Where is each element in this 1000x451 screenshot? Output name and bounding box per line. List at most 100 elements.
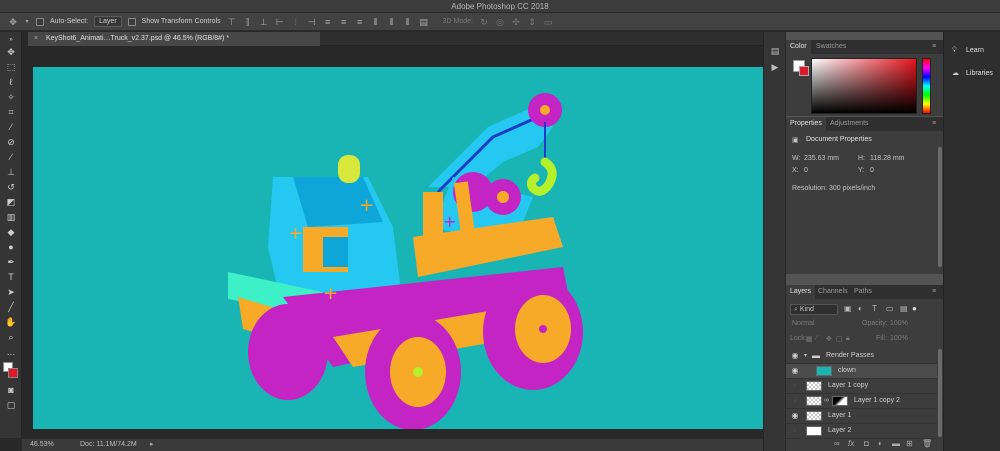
auto-select-dropdown[interactable]: Layer [94, 16, 122, 27]
gradient-tool-icon[interactable]: ▥ [3, 211, 19, 223]
healing-brush-tool-icon[interactable]: ⊘ [3, 136, 19, 148]
align-bottom-icon[interactable]: ⊥ [259, 17, 269, 27]
panel-menu-icon[interactable]: ≡ [932, 43, 940, 50]
lock-artboard-icon[interactable]: ▢ [836, 335, 843, 343]
move-tool-icon[interactable]: ✥ [8, 17, 18, 27]
brush-tool-icon[interactable]: ∕ [3, 151, 19, 163]
layer-row-render-passes[interactable]: ◉ ▾ ▬ Render Passes [786, 349, 937, 364]
fill-value[interactable]: 100% [890, 335, 908, 342]
hue-slider[interactable] [922, 58, 931, 114]
visibility-eye-icon[interactable]: ◉ [790, 409, 800, 423]
tab-channels[interactable]: Channels [814, 285, 852, 299]
align-middle-icon[interactable]: ⫿ [243, 17, 253, 27]
y-value[interactable]: 0 [870, 167, 874, 174]
distribute-left-icon[interactable]: ⦀ [371, 17, 381, 27]
visibility-eye-icon[interactable]: ◉ [790, 349, 800, 363]
opacity-value[interactable]: 100% [890, 320, 908, 327]
lock-pixels-icon[interactable]: ▦ [806, 335, 813, 343]
width-value[interactable]: 235.63 mm [804, 155, 839, 162]
eraser-tool-icon[interactable]: ◩ [3, 196, 19, 208]
pen-tool-icon[interactable]: ✒ [3, 256, 19, 268]
more-tools-icon[interactable]: … [3, 346, 19, 358]
marquee-tool-icon[interactable]: ⬚ [3, 61, 19, 73]
blur-tool-icon[interactable]: ◆ [3, 226, 19, 238]
height-value[interactable]: 118.28 mm [870, 155, 905, 162]
clone-stamp-tool-icon[interactable]: ⊥ [3, 166, 19, 178]
add-mask-icon[interactable]: ◘ [864, 439, 869, 448]
align-center-icon[interactable]: ⫶ [291, 17, 301, 27]
distribute-right-icon[interactable]: ⦀ [403, 17, 413, 27]
visibility-empty-box[interactable]: ▫ [790, 424, 800, 438]
zoom-tool-icon[interactable]: ⌕ [3, 331, 19, 343]
layer-style-icon[interactable]: fx [848, 439, 854, 448]
align-right-icon[interactable]: ⊣ [307, 17, 317, 27]
tab-layers[interactable]: Layers [786, 285, 816, 299]
document-tab[interactable]: × KeyShot6_Animati…Truck_v2.37.psd @ 46.… [28, 32, 320, 46]
type-tool-icon[interactable]: T [3, 271, 19, 283]
layer-row-clown[interactable]: ◉ clown [786, 364, 937, 379]
tab-properties[interactable]: Properties [786, 117, 826, 131]
3d-slide-icon[interactable]: ⇕ [527, 17, 537, 27]
filter-shape-icon[interactable]: ▭ [886, 304, 894, 313]
collapse-toolbar-icon[interactable]: » [3, 34, 19, 46]
auto-select-checkbox[interactable] [36, 17, 44, 26]
filter-smart-object-icon[interactable]: ▤ [900, 304, 908, 313]
zoom-level[interactable]: 46.53% [30, 439, 54, 451]
layer-row-layer-1-copy-2[interactable]: ▫ ∞ Layer 1 copy 2 [786, 394, 937, 409]
visibility-empty-box[interactable]: ▫ [790, 394, 800, 408]
chevron-down-icon[interactable]: ▾ [804, 349, 807, 363]
filter-adjustment-icon[interactable]: ◐ [858, 304, 863, 313]
3d-pan-icon[interactable]: ✣ [511, 17, 521, 27]
panel-menu-icon[interactable]: ≡ [932, 288, 940, 295]
layer-filter-dropdown[interactable]: ⌕ Kind [790, 304, 838, 315]
delete-layer-icon[interactable]: 🗑︎ [922, 439, 932, 448]
lock-paint-icon[interactable]: ∕ [816, 335, 817, 342]
layer-row-layer-1[interactable]: ◉ Layer 1 [786, 409, 937, 424]
3d-scale-icon[interactable]: ▭ [543, 17, 553, 27]
filter-pixel-icon[interactable]: ▣ [844, 304, 852, 313]
transform-controls-checkbox[interactable] [127, 17, 136, 26]
background-color-swatch[interactable] [8, 368, 18, 378]
visibility-empty-box[interactable]: ▫ [790, 379, 800, 393]
filter-toggle-icon[interactable]: ● [912, 304, 917, 313]
tab-swatches[interactable]: Swatches [812, 40, 850, 54]
auto-align-icon[interactable]: ▤ [419, 17, 429, 27]
history-brush-tool-icon[interactable]: ↺ [3, 181, 19, 193]
lock-position-icon[interactable]: ✥ [826, 335, 832, 343]
magic-wand-tool-icon[interactable]: ✧ [3, 91, 19, 103]
history-panel-icon[interactable]: ▤ [770, 46, 780, 56]
blend-mode-dropdown[interactable]: Normal [792, 320, 815, 327]
tab-color[interactable]: Color [786, 40, 811, 54]
layer-mask-thumbnail[interactable] [832, 396, 848, 406]
3d-roll-icon[interactable]: ◎ [495, 17, 505, 27]
properties-scrollbar[interactable] [938, 147, 942, 267]
actions-panel-icon[interactable]: ▶ [770, 62, 780, 72]
distribute-bottom-icon[interactable]: ≡ [355, 17, 365, 27]
layers-scrollbar[interactable] [938, 349, 942, 437]
distribute-center-icon[interactable]: ⦀ [387, 17, 397, 27]
close-tab-icon[interactable]: × [34, 32, 42, 46]
new-group-icon[interactable]: ▬ [892, 439, 900, 448]
align-top-icon[interactable]: ⊤ [227, 17, 237, 27]
color-spectrum-field[interactable] [811, 58, 917, 114]
filter-type-icon[interactable]: T [872, 304, 877, 313]
libraries-button[interactable]: ☁︎ Libraries [952, 69, 993, 77]
hand-tool-icon[interactable]: ✋ [3, 316, 19, 328]
lock-all-icon[interactable]: 🔒︎ [846, 335, 850, 343]
quick-mask-icon[interactable]: ◙ [3, 384, 19, 396]
canvas-area[interactable]: + + + + [22, 46, 784, 438]
distribute-middle-icon[interactable]: ≡ [339, 17, 349, 27]
dodge-tool-icon[interactable]: ● [3, 241, 19, 253]
eyedropper-tool-icon[interactable]: ⁄ [3, 121, 19, 133]
lasso-tool-icon[interactable]: ℓ [3, 76, 19, 88]
tab-adjustments[interactable]: Adjustments [826, 117, 873, 131]
document-canvas[interactable]: + + + + [33, 67, 774, 429]
new-layer-icon[interactable]: ⊞ [906, 439, 913, 448]
background-color-chip[interactable] [799, 66, 809, 76]
crop-tool-icon[interactable]: ⌗ [3, 106, 19, 118]
3d-orbit-icon[interactable]: ↻ [479, 17, 489, 27]
move-tool-icon[interactable]: ✥ [3, 46, 19, 58]
tab-paths[interactable]: Paths [850, 285, 876, 299]
align-left-icon[interactable]: ⊢ [275, 17, 285, 27]
x-value[interactable]: 0 [804, 167, 808, 174]
